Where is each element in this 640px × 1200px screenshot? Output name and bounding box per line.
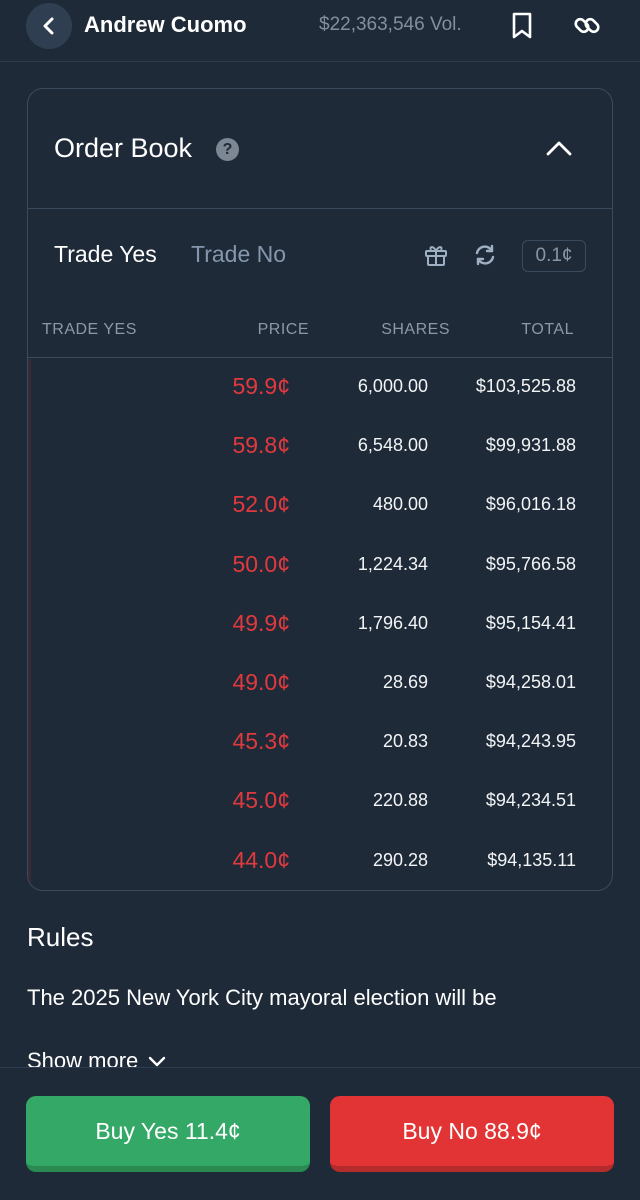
refresh-icon — [475, 244, 495, 266]
column-header-price: PRICE — [257, 321, 309, 338]
order-row[interactable]: 59.8¢ 6,548.00 $99,931.88 — [28, 418, 612, 478]
order-row[interactable]: 50.0¢ 1,224.34 $95,766.58 — [28, 536, 612, 596]
order-book-card: Order Book ? Trade Yes Trade No 0.1¢ TRA… — [27, 88, 613, 891]
depth-bar — [28, 359, 31, 419]
buy-no-button[interactable]: Buy No 88.9¢ — [330, 1096, 614, 1172]
chevron-down-icon — [149, 1056, 166, 1067]
gift-button[interactable] — [422, 241, 450, 269]
row-total: $94,135.11 — [487, 849, 576, 870]
collapse-button[interactable] — [542, 131, 576, 165]
depth-bar — [28, 418, 31, 478]
column-header-shares: SHARES — [381, 321, 450, 338]
row-shares: 1,796.40 — [357, 612, 428, 633]
row-total: $99,931.88 — [485, 435, 576, 456]
row-shares: 6,548.00 — [357, 435, 428, 456]
row-total: $94,258.01 — [485, 671, 576, 692]
tick-size-button[interactable]: 0.1¢ — [522, 240, 586, 272]
depth-bar — [28, 832, 31, 890]
row-total: $94,234.51 — [485, 790, 576, 811]
market-title: Andrew Cuomo — [84, 12, 247, 37]
share-link-button[interactable] — [571, 10, 603, 42]
back-icon — [43, 17, 54, 35]
row-price: 49.9¢ — [232, 609, 290, 636]
order-book-header[interactable]: Order Book ? — [28, 89, 612, 209]
help-icon[interactable]: ? — [216, 138, 239, 161]
rules-text: The 2025 New York City mayoral election … — [27, 985, 497, 1010]
depth-bar — [28, 773, 31, 833]
bookmark-icon — [512, 12, 532, 39]
row-total: $103,525.88 — [475, 376, 576, 396]
depth-bar — [28, 536, 31, 596]
row-shares: 220.88 — [372, 790, 428, 811]
order-row[interactable]: 49.0¢ 28.69 $94,258.01 — [28, 654, 612, 715]
link-icon — [574, 17, 600, 34]
row-price: 52.0¢ — [232, 491, 290, 518]
tab-trade-yes[interactable]: Trade Yes — [54, 241, 157, 268]
back-button[interactable] — [26, 3, 72, 49]
row-shares: 1,224.34 — [357, 553, 428, 574]
market-page: Andrew Cuomo $22,363,546 Vol. Order Book… — [0, 0, 640, 1200]
rules-title: Rules — [27, 922, 94, 952]
buy-yes-button[interactable]: Buy Yes 11.4¢ — [26, 1096, 310, 1172]
row-price: 45.0¢ — [232, 787, 290, 814]
chevron-up-icon — [546, 141, 572, 156]
gift-icon — [425, 246, 447, 266]
order-row[interactable]: 45.3¢ 20.83 $94,243.95 — [28, 714, 612, 774]
depth-bar — [28, 714, 31, 774]
bookmark-button[interactable] — [508, 10, 536, 42]
row-price: 59.9¢ — [232, 373, 290, 399]
order-row[interactable]: 44.0¢ 290.28 $94,135.11 — [28, 832, 612, 890]
row-shares: 480.00 — [372, 494, 428, 515]
order-row[interactable]: 45.0¢ 220.88 $94,234.51 — [28, 773, 612, 833]
row-price: 44.0¢ — [232, 846, 290, 873]
row-shares: 28.69 — [382, 671, 428, 692]
row-shares: 6,000.00 — [357, 376, 428, 396]
tab-trade-no[interactable]: Trade No — [191, 241, 286, 268]
top-bar: Andrew Cuomo $22,363,546 Vol. — [0, 0, 640, 62]
row-shares: 290.28 — [372, 849, 428, 870]
depth-bar — [28, 654, 31, 715]
refresh-button[interactable] — [471, 241, 499, 269]
depth-bar — [28, 595, 31, 655]
row-price: 49.0¢ — [232, 668, 290, 695]
order-book-rows: 59.9¢ 6,000.00 $103,525.88 59.8¢ 6,548.0… — [28, 359, 612, 890]
order-row[interactable]: 59.9¢ 6,000.00 $103,525.88 — [28, 359, 612, 419]
column-header-total: TOTAL — [521, 321, 574, 338]
order-row[interactable]: 52.0¢ 480.00 $96,016.18 — [28, 477, 612, 537]
volume-label: $22,363,546 Vol. — [319, 14, 462, 35]
row-total: $95,154.41 — [485, 612, 576, 633]
row-price: 45.3¢ — [232, 728, 290, 755]
column-header-trade: TRADE YES — [42, 321, 137, 338]
bottom-action-bar: Buy Yes 11.4¢ Buy No 88.9¢ — [0, 1067, 640, 1200]
order-book-column-headers: TRADE YES PRICE SHARES TOTAL — [28, 304, 612, 358]
row-price: 59.8¢ — [232, 432, 290, 459]
row-total: $96,016.18 — [485, 494, 576, 515]
order-book-title: Order Book — [54, 133, 193, 163]
depth-bar — [28, 477, 31, 537]
row-shares: 20.83 — [382, 731, 428, 752]
order-row[interactable]: 49.9¢ 1,796.40 $95,154.41 — [28, 595, 612, 655]
row-price: 50.0¢ — [232, 550, 290, 577]
row-total: $95,766.58 — [485, 553, 576, 574]
row-total: $94,243.95 — [485, 731, 576, 752]
trade-tabs: Trade Yes Trade No 0.1¢ — [28, 209, 612, 304]
